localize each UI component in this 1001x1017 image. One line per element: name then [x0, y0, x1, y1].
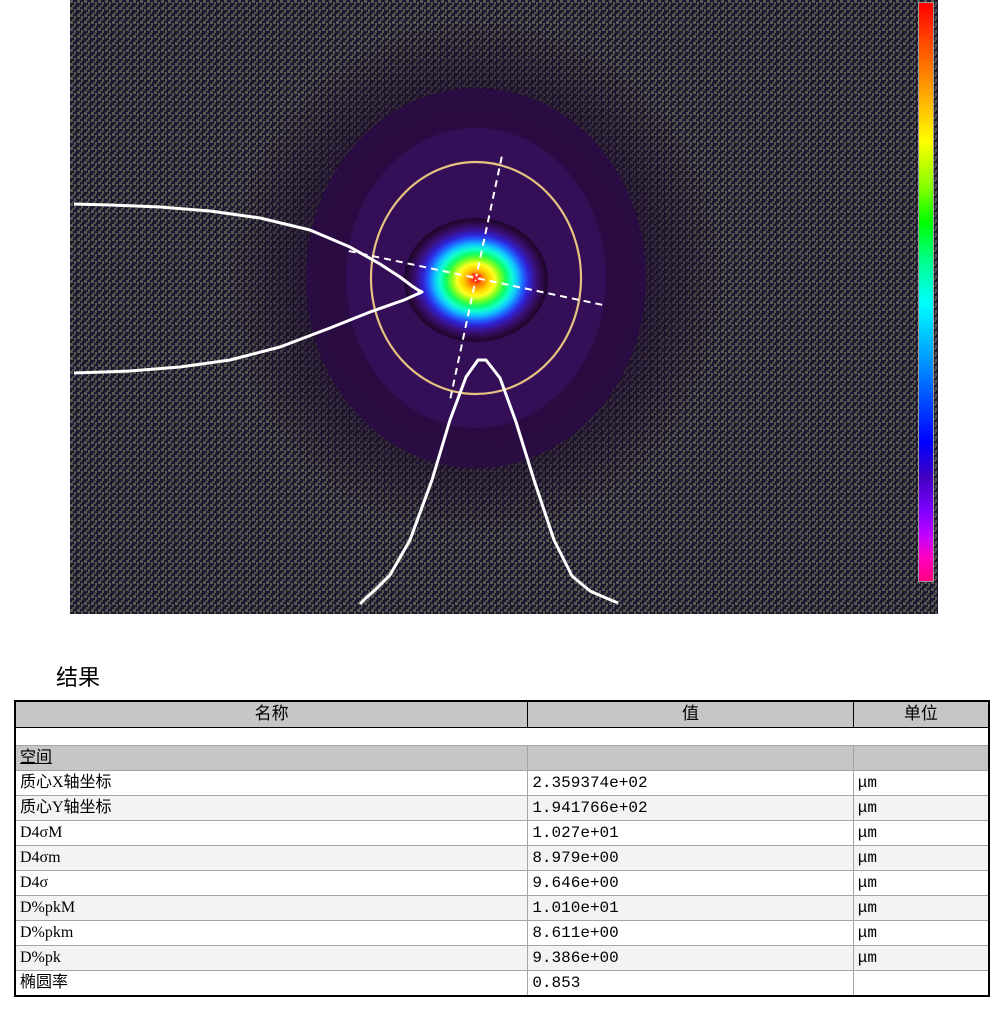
intensity-colorbar — [918, 2, 934, 582]
table-row: 质心Y轴坐标 1.941766e+02 μm — [15, 795, 989, 820]
cell-unit — [853, 970, 989, 996]
results-header-value: 值 — [528, 701, 853, 727]
cell-unit: μm — [853, 770, 989, 795]
beam-profile-figure — [70, 0, 938, 614]
cell-value: 9.646e+00 — [528, 870, 853, 895]
table-row: D4σM 1.027e+01 μm — [15, 820, 989, 845]
spacer-row — [15, 727, 989, 745]
cell-value: 8.979e+00 — [528, 845, 853, 870]
cell-name: 椭圆率 — [15, 970, 528, 996]
section-header-cell: 空间 — [15, 745, 528, 770]
cell-value: 2.359374e+02 — [528, 770, 853, 795]
table-row: D%pkM 1.010e+01 μm — [15, 895, 989, 920]
cell-name: 质心Y轴坐标 — [15, 795, 528, 820]
cell-unit: μm — [853, 870, 989, 895]
cell-value: 1.941766e+02 — [528, 795, 853, 820]
cell-value: 1.027e+01 — [528, 820, 853, 845]
cell-name: D4σ — [15, 870, 528, 895]
cell-name: 质心X轴坐标 — [15, 770, 528, 795]
table-row: D%pk 9.386e+00 μm — [15, 945, 989, 970]
results-table: 名称 值 单位 空间 质心X轴坐标 2.359374e+02 μm — [14, 700, 990, 997]
results-title: 结果 — [56, 660, 991, 692]
cell-name: D4σM — [15, 820, 528, 845]
cell-unit: μm — [853, 845, 989, 870]
cell-value: 9.386e+00 — [528, 945, 853, 970]
table-row: 质心X轴坐标 2.359374e+02 μm — [15, 770, 989, 795]
cell-value: 8.611e+00 — [528, 920, 853, 945]
cell-unit: μm — [853, 795, 989, 820]
results-header-unit: 单位 — [853, 701, 989, 727]
cell-unit: μm — [853, 920, 989, 945]
cell-value: 1.010e+01 — [528, 895, 853, 920]
table-row: D%pkm 8.611e+00 μm — [15, 920, 989, 945]
cell-unit: μm — [853, 820, 989, 845]
cell-unit: μm — [853, 945, 989, 970]
table-row: 椭圆率 0.853 — [15, 970, 989, 996]
beam-profile-svg — [70, 0, 938, 614]
results-section: 结果 名称 值 单位 空间 质心X轴坐标 — [10, 660, 991, 997]
cell-name: D4σm — [15, 845, 528, 870]
cell-name: D%pk — [15, 945, 528, 970]
table-row: D4σ 9.646e+00 μm — [15, 870, 989, 895]
results-header-row: 名称 值 单位 — [15, 701, 989, 727]
table-row: D4σm 8.979e+00 μm — [15, 845, 989, 870]
cell-name: D%pkm — [15, 920, 528, 945]
section-header-row: 空间 — [15, 745, 989, 770]
cell-unit: μm — [853, 895, 989, 920]
cell-value: 0.853 — [528, 970, 853, 996]
cell-name: D%pkM — [15, 895, 528, 920]
results-header-name: 名称 — [15, 701, 528, 727]
